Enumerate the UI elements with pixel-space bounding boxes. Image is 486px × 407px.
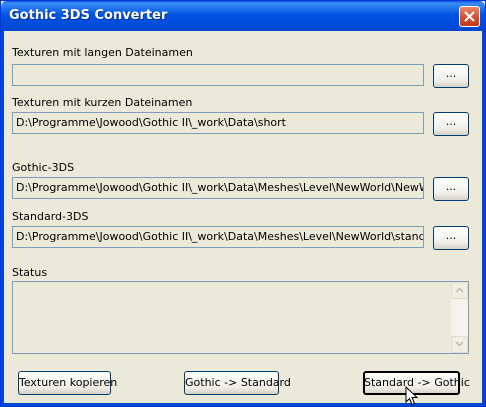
window-frame-right [482,31,485,406]
dialog-window: Gothic 3DS Converter Texturen mit langen… [0,0,486,407]
standard-3ds-field[interactable]: D:\Programme\Jowood\Gothic II\_work\Data… [12,226,424,248]
long-names-field[interactable] [12,64,424,86]
gothic-3ds-browse-button[interactable]: ... [433,177,469,201]
mouse-pointer-icon [405,386,419,406]
long-names-label: Texturen mit langen Dateinamen [12,46,193,59]
window-title: Gothic 3DS Converter [9,8,168,23]
gothic-3ds-label: Gothic-3DS [12,161,75,174]
scroll-up-button[interactable] [451,282,468,299]
short-names-field[interactable]: D:\Programme\Jowood\Gothic II\_work\Data… [12,112,424,134]
short-names-browse-button[interactable]: ... [433,112,469,136]
scroll-down-arrow-icon [455,341,464,347]
standard-3ds-label: Standard-3DS [12,210,89,223]
scroll-up-arrow-icon [455,287,464,293]
close-button[interactable] [459,6,480,27]
scroll-down-button[interactable] [451,336,468,353]
long-names-browse-button[interactable]: ... [433,64,469,88]
window-frame-left [1,31,4,406]
status-label: Status [12,266,48,279]
standard-3ds-browse-button[interactable]: ... [433,226,469,250]
status-scrollbar[interactable] [451,282,468,353]
copy-textures-button[interactable]: Texturen kopieren [18,371,117,395]
gothic-to-standard-button[interactable]: Gothic -> Standard [184,371,291,395]
close-icon [464,11,475,22]
short-names-label: Texturen mit kurzen Dateinamen [12,96,193,109]
status-textarea[interactable] [12,281,469,354]
title-bar[interactable]: Gothic 3DS Converter [1,1,485,31]
gothic-3ds-field[interactable]: D:\Programme\Jowood\Gothic II\_work\Data… [12,177,424,199]
